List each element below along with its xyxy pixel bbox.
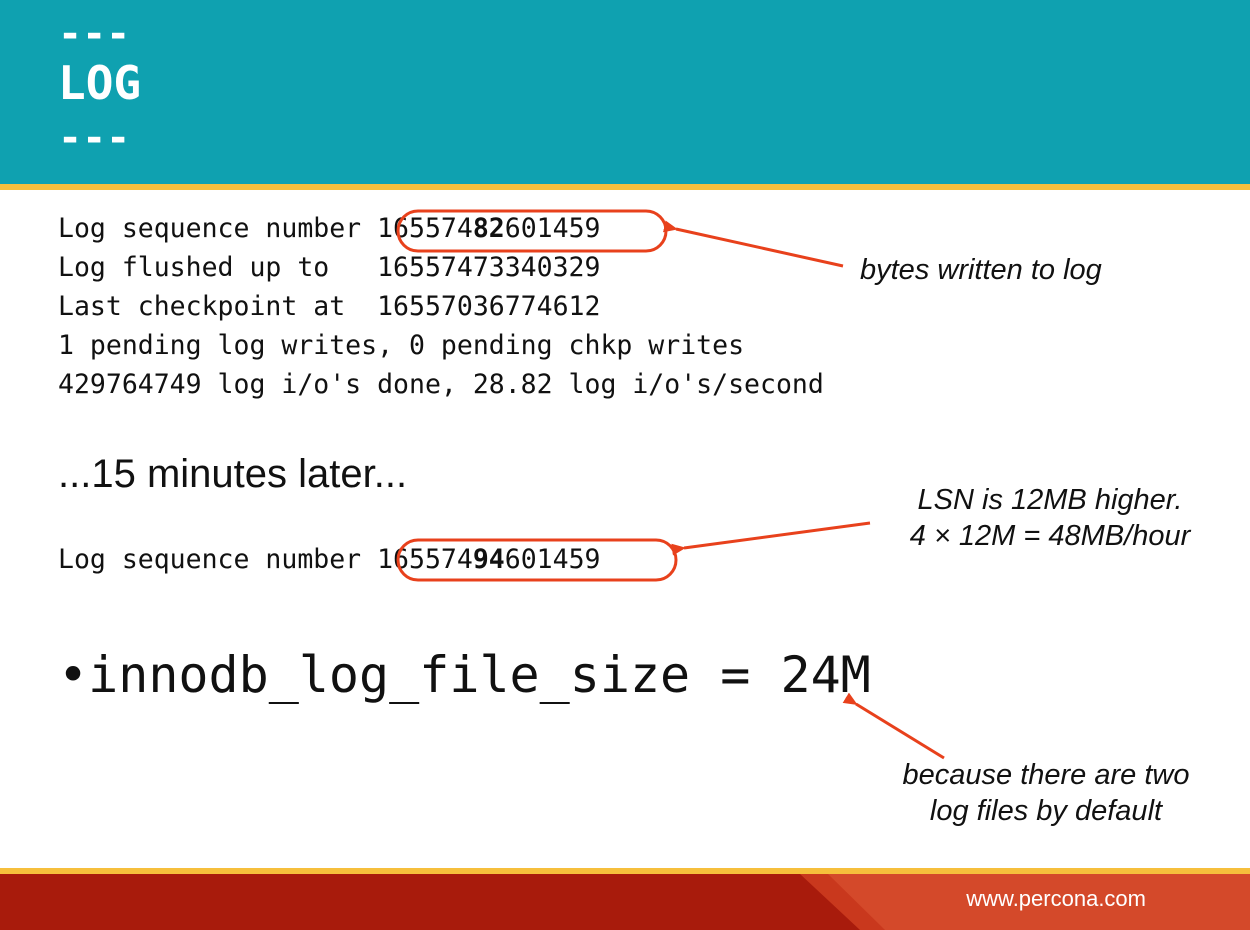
lsn-highlight-oval xyxy=(396,209,668,253)
arrow-log-file-size xyxy=(842,692,945,760)
arrow-bytes-written xyxy=(662,220,844,268)
footer-url[interactable]: www.percona.com xyxy=(966,886,1146,912)
footer-banner: www.percona.com xyxy=(0,874,1250,930)
annotation-overlay xyxy=(396,209,945,760)
lsn-later-highlight-oval xyxy=(396,538,678,582)
arrow-lsn-higher xyxy=(671,521,871,556)
